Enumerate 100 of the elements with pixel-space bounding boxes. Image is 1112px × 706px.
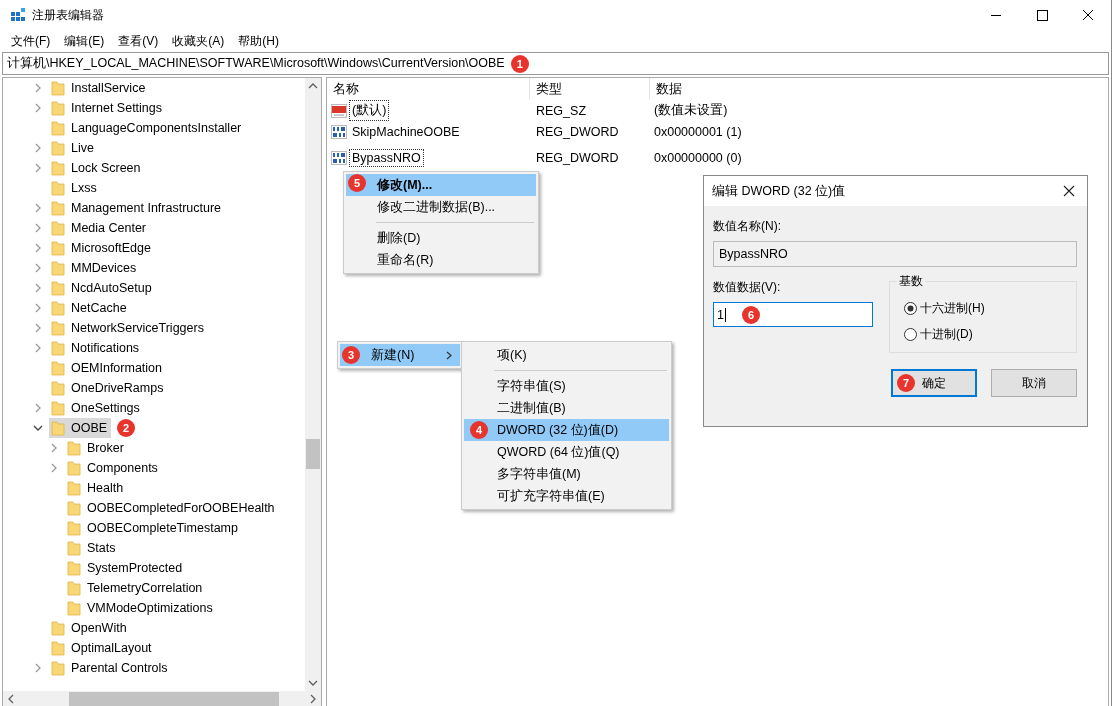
expander-icon[interactable] <box>33 423 43 433</box>
menu-item[interactable]: 重命名(R) <box>346 249 536 271</box>
step-badge: 4 <box>470 421 488 439</box>
tree-node[interactable]: MMDevices <box>49 258 141 278</box>
dialog-button[interactable]: 7 确定 <box>891 369 977 397</box>
tree-node[interactable]: NetworkServiceTriggers <box>49 318 208 338</box>
folder-icon <box>51 100 65 116</box>
tree-node[interactable]: Stats <box>65 538 120 558</box>
folder-icon <box>51 200 65 216</box>
tree-node[interactable]: InstallService <box>49 78 150 98</box>
folder-icon <box>51 620 65 636</box>
value-name-field[interactable]: BypassNRO <box>713 241 1077 267</box>
menu-item[interactable]: 二进制值(B) <box>464 397 669 419</box>
tree-node[interactable]: OOBECompletedForOOBEHealth <box>65 498 279 518</box>
folder-icon <box>67 540 81 556</box>
tree-node[interactable]: NcdAutoSetup <box>49 278 156 298</box>
value-name[interactable]: (默认) <box>349 100 390 121</box>
folder-icon <box>67 500 81 516</box>
field-label: 数值数据(V): <box>713 279 782 296</box>
menu-item[interactable]: 查看(V) <box>111 32 166 50</box>
folder-icon <box>51 320 65 336</box>
menu-item-label: 可扩充字符串值(E) <box>497 487 605 505</box>
step-badge: 6 <box>741 305 760 324</box>
folder-icon <box>67 480 81 496</box>
radio-option[interactable]: 十六进制(H) <box>904 300 1076 317</box>
folder-icon <box>51 420 65 436</box>
group-label: 基数 <box>897 273 925 290</box>
column-header[interactable]: 名称 <box>327 78 530 100</box>
menu-item[interactable]: 帮助(H) <box>231 32 286 50</box>
tree-node[interactable]: OpenWith <box>49 618 131 638</box>
dialog-button[interactable]: 取消 <box>991 369 1077 397</box>
folder-icon <box>51 220 65 236</box>
tree-node[interactable]: Lxss <box>49 178 101 198</box>
menu-item[interactable]: 收藏夹(A) <box>165 32 232 50</box>
tree-node[interactable]: OptimalLayout <box>49 638 156 658</box>
tree-node[interactable]: Media Center <box>49 218 151 238</box>
tree-node[interactable]: Lock Screen <box>49 158 145 178</box>
tree-node[interactable]: Notifications <box>49 338 144 358</box>
tree-node[interactable]: MicrosoftEdge <box>49 238 155 258</box>
tree-node[interactable]: Live <box>49 138 98 158</box>
folder-icon <box>67 460 81 476</box>
value-type: REG_SZ <box>535 103 587 118</box>
menu-item[interactable]: 多字符串值(M) <box>464 463 669 485</box>
menu-item[interactable]: 4 DWORD (32 位)值(D) <box>464 419 669 441</box>
menu-item-label: 字符串值(S) <box>497 377 566 395</box>
menu-item[interactable]: 文件(F) <box>4 32 58 50</box>
tree-node[interactable]: OneSettings <box>49 398 144 418</box>
tree-node[interactable]: OOBE <box>49 418 112 438</box>
folder-icon <box>51 80 65 96</box>
tree-node[interactable]: Management Infrastructure <box>49 198 226 218</box>
tree-node[interactable]: Parental Controls <box>49 658 172 678</box>
folder-icon <box>67 520 81 536</box>
folder-icon <box>51 240 65 256</box>
menu-item[interactable]: 可扩充字符串值(E) <box>464 485 669 507</box>
address-bar[interactable]: 计算机\HKEY_LOCAL_MACHINE\SOFTWARE\Microsoft\Windows\CurrentVersion\OOBE 1 <box>2 52 1109 75</box>
menu-item[interactable]: QWORD (64 位)值(Q) <box>464 441 669 463</box>
folder-icon <box>67 560 81 576</box>
scroll-thumb[interactable] <box>306 439 320 469</box>
value-type: REG_DWORD <box>535 124 620 139</box>
tree-node[interactable]: TelemetryCorrelation <box>65 578 207 598</box>
tree-node[interactable]: OneDriveRamps <box>49 378 168 398</box>
folder-icon <box>51 120 65 136</box>
menu-item[interactable]: 字符串值(S) <box>464 375 669 397</box>
folder-icon <box>67 600 81 616</box>
menu-item-label: QWORD (64 位)值(Q) <box>497 443 620 461</box>
folder-icon <box>51 260 65 276</box>
tree-node[interactable]: OEMInformation <box>49 358 166 378</box>
menu-item[interactable]: 项(K) <box>464 344 669 366</box>
folder-icon <box>51 640 65 656</box>
string-value-icon <box>331 102 347 119</box>
horizontal-scrollbar[interactable] <box>3 691 321 706</box>
field-label: 数值名称(N): <box>713 218 782 235</box>
tree-node[interactable]: SystemProtected <box>65 558 187 578</box>
value-name[interactable]: BypassNRO <box>349 148 424 167</box>
column-header[interactable]: 类型 <box>530 78 650 100</box>
folder-icon <box>51 180 65 196</box>
tree-node[interactable]: VMModeOptimizations <box>65 598 217 618</box>
vertical-scrollbar[interactable] <box>305 78 321 691</box>
scroll-thumb[interactable] <box>69 692 279 706</box>
binary-value-icon <box>331 149 347 166</box>
value-data: (数值未设置) <box>653 102 728 119</box>
menu-item-label: DWORD (32 位)值(D) <box>497 421 619 439</box>
tree-node[interactable]: OOBECompleteTimestamp <box>65 518 242 538</box>
folder-icon <box>67 440 81 456</box>
tree-node[interactable]: NetCache <box>49 298 131 318</box>
column-header[interactable]: 数据 <box>650 78 800 100</box>
tree-node[interactable]: LanguageComponentsInstaller <box>49 118 246 138</box>
folder-icon <box>51 400 65 416</box>
value-name[interactable]: SkipMachineOOBE <box>349 122 463 141</box>
radio-option[interactable]: 十进制(D) <box>904 326 1076 343</box>
menu-item[interactable]: 编辑(E) <box>57 32 112 50</box>
tree-node[interactable]: Broker <box>65 438 128 458</box>
close-icon[interactable] <box>1063 185 1075 197</box>
value-data-field[interactable]: 1 6 <box>713 302 873 327</box>
menu-item[interactable]: 修改二进制数据(B)... <box>346 196 536 218</box>
tree-node[interactable]: Internet Settings <box>49 98 167 118</box>
folder-icon <box>51 380 65 396</box>
tree-node[interactable]: Health <box>65 478 128 498</box>
menu-item[interactable]: 删除(D) <box>346 227 536 249</box>
tree-node[interactable]: Components <box>65 458 162 478</box>
